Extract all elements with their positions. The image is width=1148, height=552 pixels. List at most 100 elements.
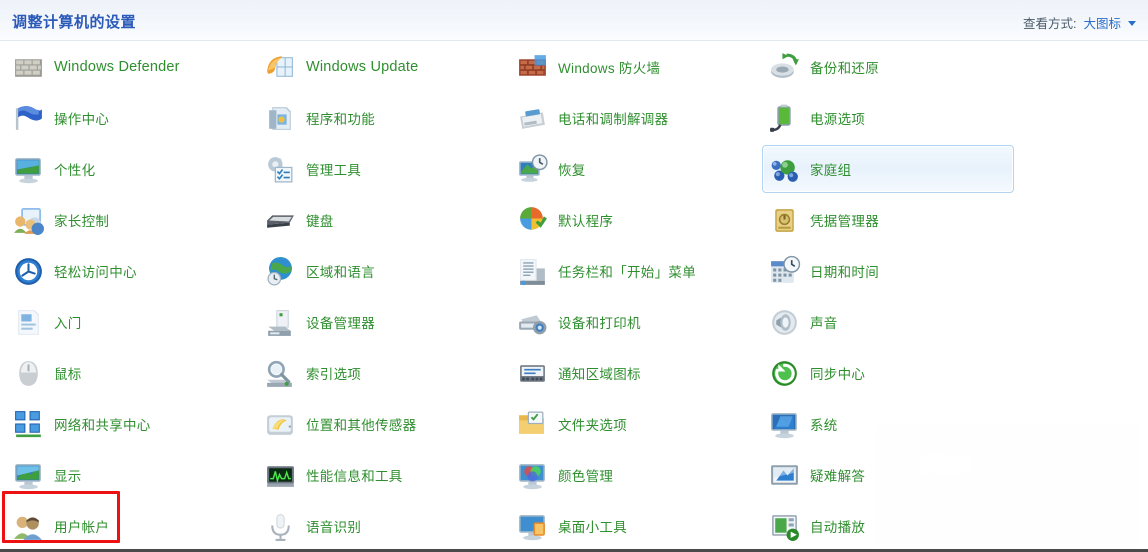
control-panel-item-label: 自动播放 [810, 520, 866, 535]
control-panel-item[interactable]: 显示 [6, 451, 258, 499]
control-panel-item[interactable]: 网络和共享中心 [6, 400, 258, 448]
control-panel-item[interactable]: 凭据管理器 [762, 196, 1014, 244]
control-panel-item-label: 鼠标 [54, 367, 82, 382]
control-panel-item[interactable]: Windows Defender [6, 43, 258, 91]
control-panel-item-label: 默认程序 [558, 214, 614, 229]
control-panel-item-label: Windows 防火墙 [558, 61, 661, 76]
control-panel-item-label: 电源选项 [810, 112, 866, 127]
control-panel-item[interactable]: 任务栏和「开始」菜单 [510, 247, 762, 295]
control-panel-item[interactable]: 桌面小工具 [510, 502, 762, 550]
credential-manager-icon [768, 204, 801, 237]
devices-printers-icon [516, 306, 549, 339]
control-panel-item[interactable]: 通知区域图标 [510, 349, 762, 397]
view-by-label: 查看方式: [1023, 17, 1077, 31]
control-panel-item-label: 个性化 [54, 163, 96, 178]
getting-started-icon [12, 306, 45, 339]
control-panel-item-label: 颜色管理 [558, 469, 614, 484]
control-panel-item[interactable]: 入门 [6, 298, 258, 346]
user-accounts-icon [12, 510, 45, 543]
control-panel-item[interactable]: 系统 [762, 400, 1014, 448]
display-icon [12, 459, 45, 492]
desktop-gadgets-icon [516, 510, 549, 543]
region-language-icon [264, 255, 297, 288]
control-panel-item[interactable]: 颜色管理 [510, 451, 762, 499]
control-panel-item[interactable]: 备份和还原 [762, 43, 1014, 91]
control-panel-item[interactable]: 索引选项 [258, 349, 510, 397]
system-icon [768, 408, 801, 441]
firewall-icon [516, 51, 549, 84]
control-panel-item[interactable]: 鼠标 [6, 349, 258, 397]
windows-update-icon [264, 51, 297, 84]
view-by-value[interactable]: 大图标 [1083, 13, 1121, 32]
control-panel-item-label: 家长控制 [54, 214, 110, 229]
control-panel-item[interactable]: Windows Update [258, 43, 510, 91]
control-panel-item-label: 电话和调制解调器 [558, 112, 669, 127]
control-panel-item-label: Windows Update [306, 59, 419, 75]
default-programs-icon [516, 204, 549, 237]
control-panel-item-label: 凭据管理器 [810, 214, 879, 229]
control-panel-item-label: 系统 [810, 418, 838, 433]
backup-restore-icon [768, 51, 801, 84]
control-panel-item[interactable]: 电话和调制解调器 [510, 94, 762, 142]
performance-info-icon [264, 459, 297, 492]
control-panel-item[interactable]: 性能信息和工具 [258, 451, 510, 499]
control-panel-item[interactable]: 家庭组 [762, 145, 1014, 193]
control-panel-item-label: 文件夹选项 [558, 418, 627, 433]
control-panel-item-label: 家庭组 [810, 163, 852, 178]
control-panel-item-label: 显示 [54, 469, 82, 484]
control-panel-item[interactable]: 声音 [762, 298, 1014, 346]
control-panel-item[interactable]: 轻松访问中心 [6, 247, 258, 295]
admin-tools-icon [264, 153, 297, 186]
control-panel-item-label: 区域和语言 [306, 265, 375, 280]
control-panel-item[interactable]: 设备管理器 [258, 298, 510, 346]
folder-options-icon [516, 408, 549, 441]
control-panel-item[interactable]: 管理工具 [258, 145, 510, 193]
control-panel-item[interactable]: Windows 防火墙 [510, 43, 762, 91]
indexing-options-icon [264, 357, 297, 390]
control-panel-item[interactable]: 疑难解答 [762, 451, 1014, 499]
control-panel-item[interactable]: 家长控制 [6, 196, 258, 244]
control-panel-item-label: 通知区域图标 [558, 367, 641, 382]
control-panel-item[interactable]: 区域和语言 [258, 247, 510, 295]
control-panel-item-label: 设备和打印机 [558, 316, 641, 331]
control-panel-item[interactable]: 程序和功能 [258, 94, 510, 142]
control-panel-item-label: 设备管理器 [306, 316, 375, 331]
control-panel-item-label: 桌面小工具 [558, 520, 627, 535]
notification-area-icon [516, 357, 549, 390]
control-panel-item[interactable]: 操作中心 [6, 94, 258, 142]
view-by-control[interactable]: 查看方式: 大图标 [1023, 13, 1136, 32]
parental-controls-icon [12, 204, 45, 237]
control-panel-item[interactable]: 同步中心 [762, 349, 1014, 397]
control-panel-item-label: 备份和还原 [810, 61, 879, 76]
sync-center-icon [768, 357, 801, 390]
control-panel-header: 调整计算机的设置 查看方式: 大图标 [0, 0, 1148, 41]
control-panel-item[interactable]: 语音识别 [258, 502, 510, 550]
control-panel-item[interactable]: 电源选项 [762, 94, 1014, 142]
control-panel-item[interactable]: 用户帐户 [6, 502, 258, 550]
control-panel-item-label: 索引选项 [306, 367, 362, 382]
page-title: 调整计算机的设置 [12, 14, 137, 31]
control-panel-item[interactable]: 键盘 [258, 196, 510, 244]
control-panel-item-label: 位置和其他传感器 [306, 418, 417, 433]
homegroup-icon [768, 153, 801, 186]
control-panel-item[interactable]: 自动播放 [762, 502, 1014, 550]
control-panel-item-label: 恢复 [558, 163, 586, 178]
programs-features-icon [264, 102, 297, 135]
power-options-icon [768, 102, 801, 135]
chevron-down-icon[interactable] [1128, 21, 1136, 26]
autoplay-icon [768, 510, 801, 543]
control-panel-item[interactable]: 文件夹选项 [510, 400, 762, 448]
control-panel-item-label: 入门 [54, 316, 82, 331]
control-panel-item[interactable]: 设备和打印机 [510, 298, 762, 346]
control-panel-item[interactable]: 默认程序 [510, 196, 762, 244]
control-panel-item-label: 声音 [810, 316, 838, 331]
control-panel-items-grid: Windows Defender 操作中心个性化家长控制轻松访问中心入门鼠标网络和… [0, 41, 1148, 549]
control-panel-item[interactable]: 日期和时间 [762, 247, 1014, 295]
control-panel-item-label: 性能信息和工具 [306, 469, 403, 484]
control-panel-item[interactable]: 恢复 [510, 145, 762, 193]
taskbar-startmenu-icon [516, 255, 549, 288]
control-panel-item[interactable]: 个性化 [6, 145, 258, 193]
location-sensors-icon [264, 408, 297, 441]
action-center-flag-icon [12, 102, 45, 135]
control-panel-item[interactable]: 位置和其他传感器 [258, 400, 510, 448]
